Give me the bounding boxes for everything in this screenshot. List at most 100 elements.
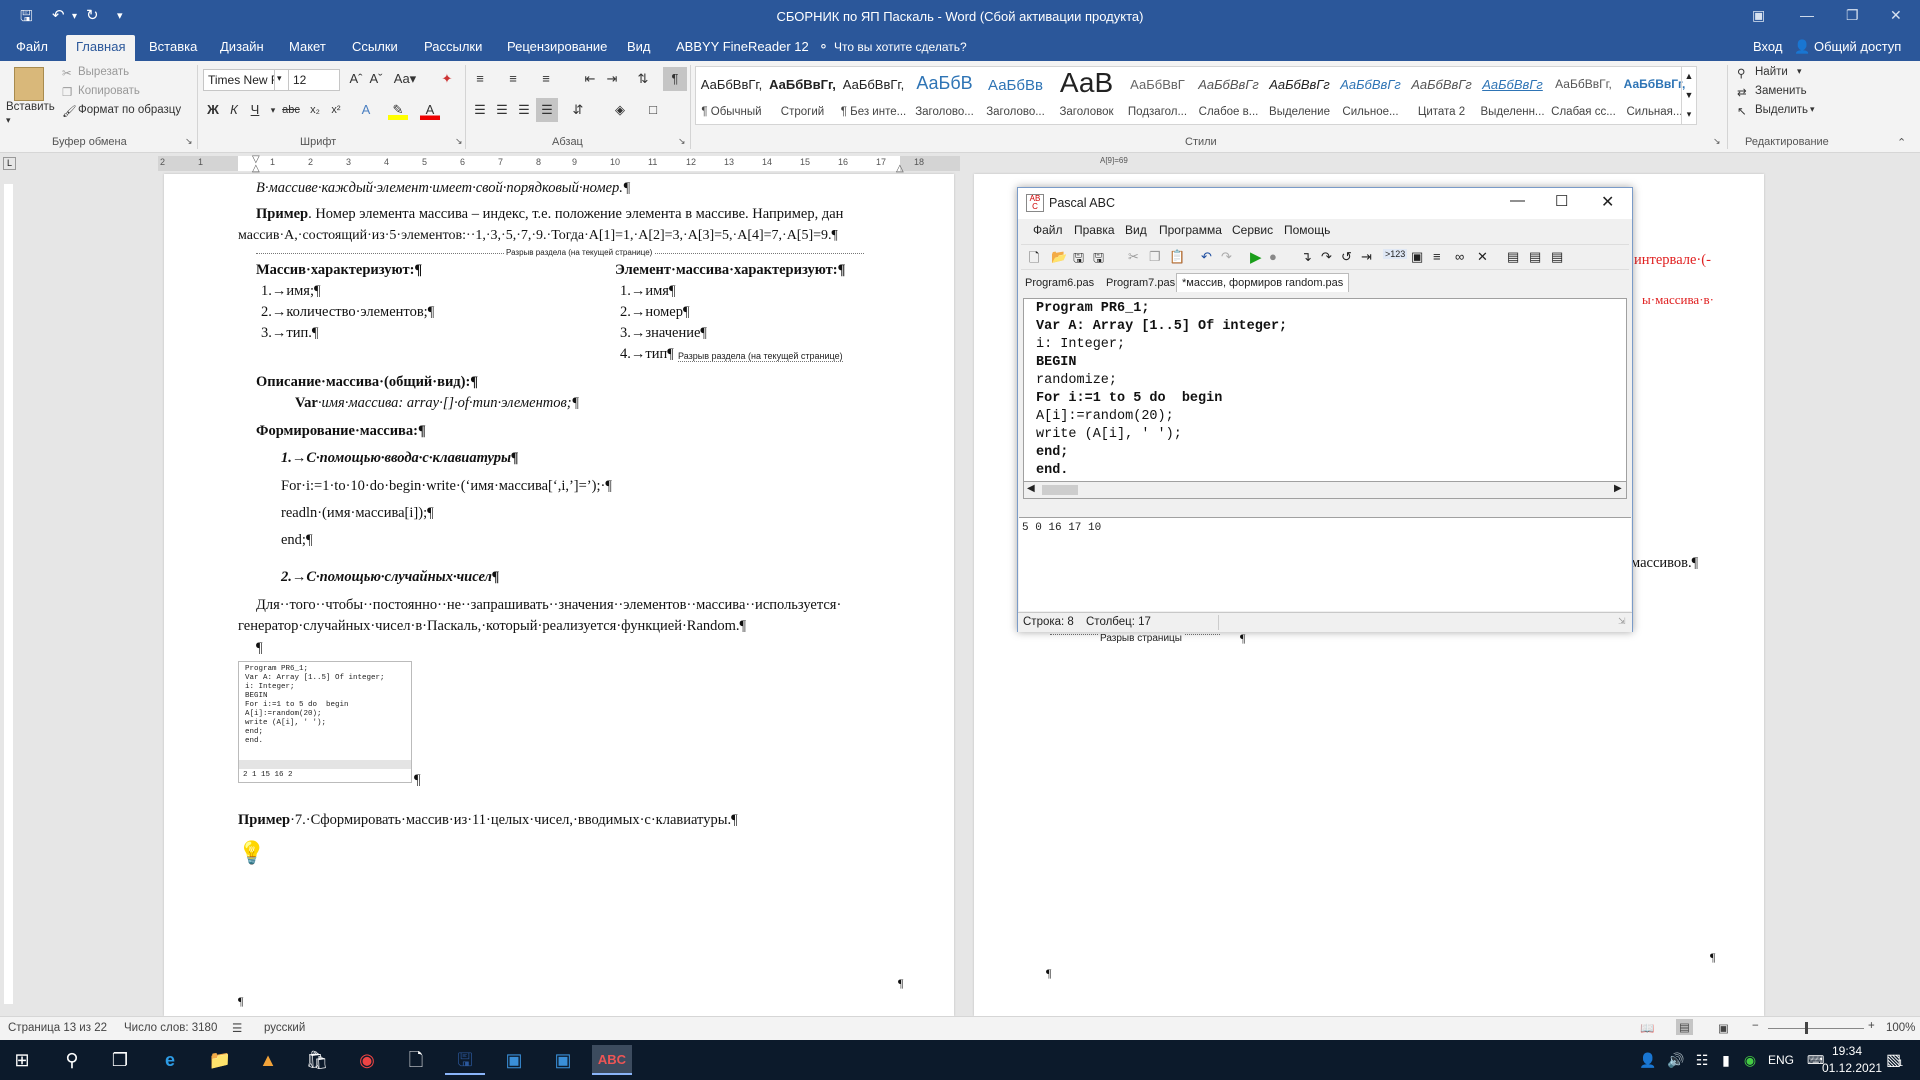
align-center-icon[interactable]: ☰ <box>492 100 512 120</box>
pascal-menu-file[interactable]: Файл <box>1033 223 1063 237</box>
undo-icon[interactable]: ↶ <box>1201 249 1212 265</box>
subscript-icon[interactable]: x₂ <box>305 100 325 120</box>
increase-indent-icon[interactable]: ⇥ <box>602 69 622 89</box>
idea-bulb-icon[interactable]: 💡 <box>238 840 265 866</box>
stop-icon[interactable]: ● <box>1269 249 1277 264</box>
glasses-icon[interactable]: ∞ <box>1455 249 1464 264</box>
pascal-taskbar-icon[interactable]: ABC <box>592 1045 632 1075</box>
replace-button[interactable]: Заменить <box>1755 85 1807 97</box>
paste-icon[interactable]: 📋 <box>1169 249 1185 265</box>
style-intense-reference[interactable]: АаБбВвГг, Сильная... <box>1619 67 1690 125</box>
align-left-icon[interactable]: ☰ <box>470 100 490 120</box>
word-count[interactable]: Число слов: 3180 <box>124 1022 217 1034</box>
style-heading2[interactable]: АаБбВв Заголово... <box>980 67 1051 125</box>
style-intense-quote[interactable]: АаБбВвГг Выделенн... <box>1477 67 1548 125</box>
proofing-icon[interactable]: ☰ <box>232 1021 242 1035</box>
save-all-icon[interactable]: 🖫 <box>1093 249 1104 271</box>
code-hscrollbar[interactable]: ◀ ▶ <box>1023 482 1627 499</box>
watch-icon[interactable]: >123 <box>1383 249 1408 259</box>
tile-v-icon[interactable]: ▤ <box>1551 249 1563 265</box>
tell-me-input[interactable]: Что вы хотите сделать? <box>834 40 967 54</box>
redo-icon[interactable]: ↷ <box>1221 249 1232 265</box>
change-case-icon[interactable]: Aa▾ <box>390 69 420 89</box>
tab-view[interactable]: Вид <box>627 39 651 54</box>
style-no-spacing[interactable]: АаБбВвГг, ¶ Без инте... <box>838 67 909 125</box>
language[interactable]: русский <box>264 1022 305 1034</box>
minimize-icon[interactable]: — <box>1800 7 1814 23</box>
edge-icon[interactable]: e <box>150 1045 190 1075</box>
shrink-font-icon[interactable]: Aˇ <box>366 69 386 89</box>
format-painter-button[interactable]: Формат по образцу <box>78 104 181 116</box>
share-button[interactable]: Общий доступ <box>1814 39 1901 54</box>
style-title[interactable]: АаВ Заголовок <box>1051 67 1122 125</box>
step-over-icon[interactable]: ↷ <box>1321 249 1332 265</box>
step-into-icon[interactable]: ↴ <box>1301 249 1312 265</box>
code-editor[interactable]: Program PR6_1; Var A: Array [1..5] Of in… <box>1023 298 1627 482</box>
zoom-slider-thumb[interactable] <box>1805 1022 1808 1034</box>
app-triangle-icon[interactable]: ▲ <box>248 1045 288 1075</box>
task-view-icon[interactable]: ❐ <box>100 1045 140 1075</box>
sort-icon[interactable]: ⇅ <box>633 69 653 89</box>
tab-abbyy[interactable]: ABBYY FineReader 12 <box>676 39 809 54</box>
copy-button[interactable]: Копировать <box>78 85 140 97</box>
taskbar-app-icon[interactable]: ▣ <box>543 1045 583 1075</box>
step-out-icon[interactable]: ↺ <box>1341 249 1352 265</box>
copy-icon[interactable]: ❐ <box>62 85 72 99</box>
style-normal[interactable]: АаБбВвГг, ¶ Обычный <box>696 67 767 125</box>
font-launcher-icon[interactable]: ↘ <box>455 136 463 147</box>
restore-icon[interactable]: ❐ <box>1846 7 1859 24</box>
file-tab-active[interactable]: *массив, формиров random.pas <box>1176 273 1350 292</box>
zoom-in-icon[interactable]: + <box>1868 1020 1875 1032</box>
clear-format-icon[interactable]: ✦ <box>437 69 457 89</box>
pascal-menu-help[interactable]: Помощь <box>1284 223 1330 237</box>
font-size-combo[interactable]: 12 <box>288 69 340 91</box>
close-output-icon[interactable]: ✕ <box>1477 249 1488 265</box>
tab-references[interactable]: Ссылки <box>352 39 398 54</box>
align-right-icon[interactable]: ☰ <box>514 100 534 120</box>
run-icon[interactable]: ▶ <box>1250 248 1262 266</box>
text-effects-icon[interactable]: A <box>356 100 376 120</box>
select-icon[interactable]: ↖ <box>1737 104 1747 118</box>
chrome-icon[interactable]: ◉ <box>347 1045 387 1075</box>
taskbar-app-icon[interactable]: ▣ <box>494 1045 534 1075</box>
cut-icon[interactable]: ✂ <box>62 66 72 80</box>
style-strong[interactable]: АаБбВвГг, Строгий <box>767 67 838 125</box>
justify-icon[interactable]: ☰ <box>536 98 558 122</box>
italic-icon[interactable]: К <box>224 100 244 120</box>
scroll-left-icon[interactable]: ◀ <box>1027 483 1035 494</box>
bold-icon[interactable]: Ж <box>203 100 223 120</box>
paragraph-launcher-icon[interactable]: ↘ <box>678 136 686 147</box>
page-count[interactable]: Страница 13 из 22 <box>8 1022 107 1034</box>
font-name-combo[interactable]: Times New R <box>203 69 275 91</box>
print-layout-icon[interactable]: ▤ <box>1676 1019 1693 1035</box>
store-icon[interactable]: 🛍 <box>297 1045 337 1075</box>
clock-time[interactable]: 19:34 <box>1832 1044 1862 1058</box>
bullets-icon[interactable]: ≡ <box>470 69 490 89</box>
line-spacing-icon[interactable]: ⇵ <box>568 100 588 120</box>
pascal-menu-service[interactable]: Сервис <box>1232 223 1273 237</box>
tab-file[interactable]: Файл <box>16 39 48 54</box>
zoom-level[interactable]: 100% <box>1886 1022 1915 1034</box>
strikethrough-icon[interactable]: abc <box>281 100 301 120</box>
style-quote[interactable]: АаБбВвГг Цитата 2 <box>1406 67 1477 125</box>
code-format-icon[interactable]: ≡ <box>1433 249 1441 264</box>
decrease-indent-icon[interactable]: ⇤ <box>580 69 600 89</box>
font-color-icon[interactable]: A <box>420 100 440 120</box>
new-file-icon[interactable]: 🗋 <box>1029 249 1039 271</box>
signin-link[interactable]: Вход <box>1753 39 1782 54</box>
horizontal-ruler[interactable]: L 2 1 1 2 3 4 5 6 7 8 9 10 11 12 13 14 1… <box>0 153 1920 174</box>
format-painter-icon[interactable]: 🖌 <box>62 104 77 118</box>
document-page-1[interactable]: В·массиве·каждый·элемент·имеет·свой·поря… <box>164 174 954 1016</box>
right-indent-icon[interactable]: △ <box>896 163 904 174</box>
borders-icon[interactable]: □ <box>643 100 663 120</box>
tab-selector-icon[interactable]: L <box>3 157 16 170</box>
pascal-minimize-icon[interactable]: — <box>1510 192 1525 209</box>
output-pane[interactable]: 5 0 16 17 10 <box>1019 517 1631 611</box>
tab-home[interactable]: Главная <box>66 35 136 61</box>
replace-icon[interactable]: ⇄ <box>1737 85 1747 99</box>
tab-layout[interactable]: Макет <box>289 39 326 54</box>
show-marks-icon[interactable]: ¶ <box>663 67 687 91</box>
paste-dropdown-icon[interactable]: ▾ <box>6 115 11 126</box>
tab-insert[interactable]: Вставка <box>149 39 197 54</box>
save-file-icon[interactable]: 🖫 <box>1073 249 1084 271</box>
